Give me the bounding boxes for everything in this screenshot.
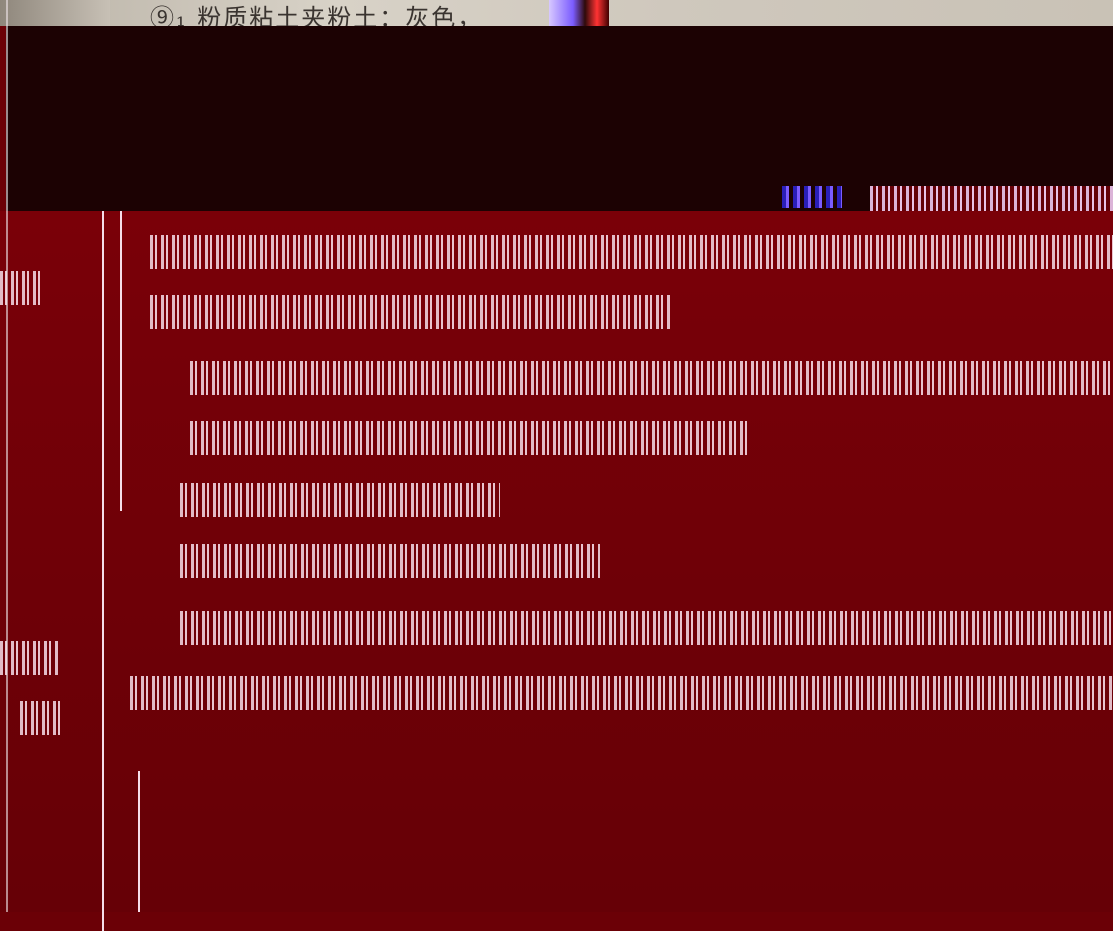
- glitched-text-line: [20, 701, 60, 735]
- glitched-text-line: [0, 641, 60, 675]
- dark-corrupted-band: [6, 26, 1113, 211]
- vertical-artifact: [138, 771, 140, 912]
- vertical-artifact: [120, 211, 122, 511]
- blue-glitch-mark: [782, 186, 842, 208]
- page-edge-line: [6, 0, 8, 912]
- glitched-text-line: [180, 483, 500, 517]
- color-noise-patch: [549, 0, 609, 26]
- glitched-text-line: [180, 544, 600, 578]
- glitched-text-line: [180, 611, 1113, 645]
- glitched-text-line: [190, 361, 1113, 395]
- glitched-text-line: [190, 421, 750, 455]
- glitched-text-line: [130, 676, 1113, 710]
- scanned-page-strip: ⑨₁ 粉质粘土夹粉土：灰色，: [0, 0, 1113, 26]
- glitched-text-line: [150, 295, 670, 329]
- glitched-text-lines: [0, 211, 1113, 931]
- corrupted-text-region: [0, 211, 1113, 931]
- header-line: ⑨₁ 粉质粘土夹粉土：灰色，: [150, 4, 484, 26]
- glitched-text-line: [150, 235, 1113, 269]
- vertical-artifact: [102, 211, 104, 931]
- page-fold-shadow: [0, 0, 110, 26]
